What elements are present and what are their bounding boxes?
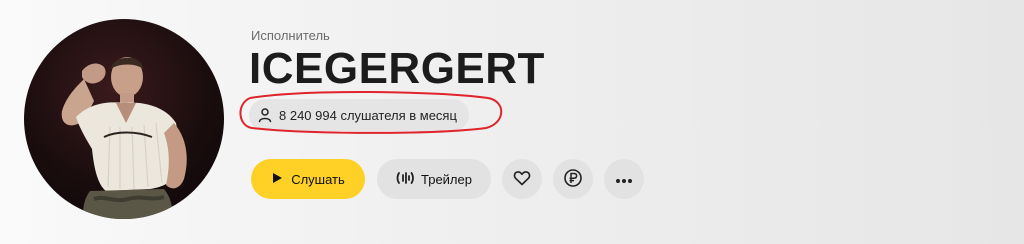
monthly-listeners-text: 8 240 994 слушателя в месяц	[279, 107, 457, 123]
artist-avatar	[24, 19, 224, 219]
more-button[interactable]	[604, 159, 644, 199]
ruble-icon	[563, 168, 583, 191]
listen-button-label: Слушать	[291, 171, 345, 187]
equalizer-icon	[396, 170, 414, 189]
artist-name: ICEGERGERT	[249, 44, 545, 93]
donate-button[interactable]	[553, 159, 593, 199]
person-icon	[257, 107, 273, 123]
artist-photo	[61, 57, 187, 219]
like-button[interactable]	[502, 159, 542, 199]
artist-kicker: Исполнитель	[251, 28, 330, 43]
ellipsis-icon	[615, 172, 633, 187]
trailer-button-label: Трейлер	[421, 171, 472, 187]
listen-button[interactable]: Слушать	[251, 159, 365, 199]
monthly-listeners-badge: 8 240 994 слушателя в месяц	[249, 99, 469, 131]
trailer-button[interactable]: Трейлер	[377, 159, 491, 199]
heart-icon	[513, 170, 531, 189]
play-icon	[271, 172, 283, 187]
